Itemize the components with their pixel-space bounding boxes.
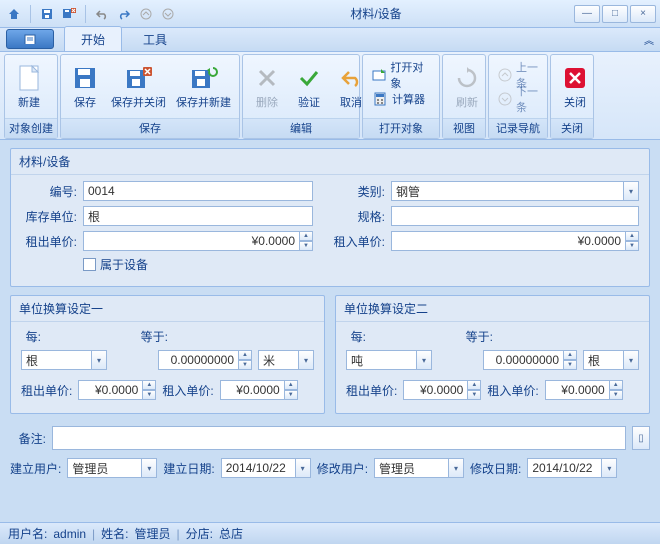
- collapse-ribbon-icon[interactable]: ︽: [644, 32, 654, 47]
- home-icon[interactable]: [4, 4, 24, 24]
- refresh-icon: [453, 64, 481, 92]
- spin-up-icon[interactable]: ▲: [625, 231, 639, 241]
- nav-down-icon[interactable]: [158, 4, 178, 24]
- undo-icon[interactable]: [92, 4, 112, 24]
- undo-icon: [337, 64, 365, 92]
- unit1-rent-out[interactable]: ¥0.0000▲▼: [78, 380, 156, 400]
- rent-out-spinner[interactable]: ¥0.0000 ▲▼: [83, 231, 313, 251]
- next-record-button[interactable]: 下一条: [493, 88, 543, 110]
- checkbox-icon: [83, 258, 96, 271]
- spec-input[interactable]: [391, 206, 639, 226]
- spin-down-icon[interactable]: ▼: [299, 241, 313, 251]
- minimize-button[interactable]: —: [574, 5, 600, 23]
- modify-user-combo[interactable]: 管理员▾: [374, 458, 464, 478]
- open-object-button[interactable]: 打开对象: [367, 64, 435, 86]
- spin-down-icon[interactable]: ▼: [625, 241, 639, 251]
- redo-icon[interactable]: [114, 4, 134, 24]
- save-button[interactable]: 保存: [65, 61, 105, 113]
- unit2-panel: 单位换算设定二 每: 等于: 吨▾ 0.00000000▲▼ 根▾ 租出单价: …: [335, 295, 650, 414]
- tab-start[interactable]: 开始: [64, 26, 122, 51]
- main-panel: 材料/设备 编号: 0014 类别: 钢管 ▾ 库存单位: 根 规格: 租出单价…: [10, 148, 650, 287]
- new-button[interactable]: 新建: [9, 61, 49, 113]
- audit-row: 建立用户: 管理员▾ 建立日期: 2014/10/22▾ 修改用户: 管理员▾ …: [10, 458, 650, 478]
- ribbon: 新建 对象创建 保存 保存并关闭 保存并新建 保存 删除: [0, 52, 660, 140]
- delete-button[interactable]: 删除: [247, 61, 287, 113]
- unit2-rent-out[interactable]: ¥0.0000▲▼: [403, 380, 481, 400]
- unit2-equal-unit-combo[interactable]: 根▾: [583, 350, 639, 370]
- spin-up-icon[interactable]: ▲: [299, 231, 313, 241]
- status-bar: 用户名: admin | 姓名: 管理员 | 分店: 总店: [0, 522, 660, 544]
- is-equipment-checkbox[interactable]: 属于设备: [83, 256, 148, 273]
- quick-access-toolbar: [4, 4, 178, 24]
- chevron-down-icon[interactable]: ▾: [623, 181, 639, 201]
- open-object-icon: [372, 67, 386, 83]
- validate-button[interactable]: 验证: [289, 61, 329, 113]
- delete-icon: [253, 64, 281, 92]
- titlebar: 材料/设备 — □ ×: [0, 0, 660, 28]
- window-title: 材料/设备: [178, 5, 574, 22]
- close-window-button[interactable]: ×: [630, 5, 656, 23]
- maximize-button[interactable]: □: [602, 5, 628, 23]
- refresh-button[interactable]: 刷新: [447, 61, 487, 113]
- remark-input[interactable]: [52, 426, 626, 450]
- new-icon: [15, 64, 43, 92]
- ribbon-tabs: 开始 工具 ︽: [0, 28, 660, 52]
- save-close-icon: [125, 64, 153, 92]
- create-date-picker[interactable]: 2014/10/22▾: [221, 458, 311, 478]
- code-input[interactable]: 0014: [83, 181, 313, 201]
- status-user: admin: [53, 527, 86, 541]
- save-close-icon[interactable]: [59, 4, 79, 24]
- save-icon[interactable]: [37, 4, 57, 24]
- status-branch: 总店: [219, 525, 243, 542]
- tab-tools[interactable]: 工具: [126, 26, 184, 51]
- status-name: 管理员: [135, 525, 171, 542]
- modify-date-picker[interactable]: 2014/10/22▾: [527, 458, 617, 478]
- unit2-equal-spinner[interactable]: 0.00000000▲▼: [483, 350, 577, 370]
- close-button[interactable]: 关闭: [555, 61, 595, 113]
- unit1-equal-unit-combo[interactable]: 米▾: [258, 350, 314, 370]
- stock-unit-input[interactable]: 根: [83, 206, 313, 226]
- save-close-button[interactable]: 保存并关闭: [107, 61, 170, 113]
- unit1-panel: 单位换算设定一 每: 等于: 根▾ 0.00000000▲▼ 米▾ 租出单价: …: [10, 295, 325, 414]
- unit1-per-combo[interactable]: 根▾: [21, 350, 107, 370]
- app-menu-button[interactable]: [6, 29, 54, 49]
- remark-expand-button[interactable]: ▯: [632, 426, 650, 450]
- calculator-button[interactable]: 计算器: [367, 88, 435, 110]
- nav-up-icon[interactable]: [136, 4, 156, 24]
- calculator-icon: [372, 91, 388, 107]
- save-new-button[interactable]: 保存并新建: [172, 61, 235, 113]
- check-icon: [295, 64, 323, 92]
- close-icon: [561, 64, 589, 92]
- save-new-icon: [190, 64, 218, 92]
- arrow-down-icon: [498, 91, 512, 107]
- form-area: 材料/设备 编号: 0014 类别: 钢管 ▾ 库存单位: 根 规格: 租出单价…: [0, 140, 660, 482]
- unit2-per-combo[interactable]: 吨▾: [346, 350, 432, 370]
- unit2-rent-in[interactable]: ¥0.0000▲▼: [545, 380, 623, 400]
- arrow-up-icon: [498, 67, 512, 83]
- unit1-rent-in[interactable]: ¥0.0000▲▼: [220, 380, 298, 400]
- save-icon: [71, 64, 99, 92]
- create-user-combo[interactable]: 管理员▾: [67, 458, 157, 478]
- rent-in-spinner[interactable]: ¥0.0000 ▲▼: [391, 231, 639, 251]
- category-combo[interactable]: 钢管 ▾: [391, 181, 639, 201]
- unit1-equal-spinner[interactable]: 0.00000000▲▼: [158, 350, 252, 370]
